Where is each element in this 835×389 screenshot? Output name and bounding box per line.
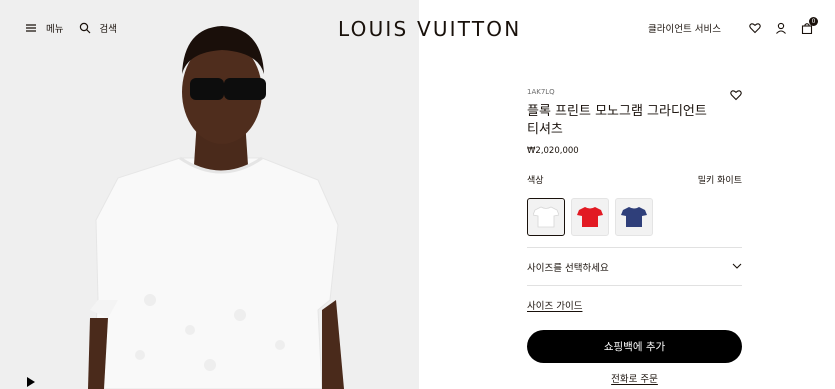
chevron-down-icon (732, 261, 742, 272)
header-right: 클라이언트 서비스 0 (648, 17, 818, 35)
play-icon[interactable] (27, 377, 35, 387)
phone-order-link[interactable]: 전화로 주문 (527, 371, 742, 385)
color-label: 색상 (527, 176, 544, 186)
color-swatches (527, 198, 742, 236)
product-sku: 1AK7LQ (527, 88, 555, 96)
cart-count-badge: 0 (809, 17, 818, 26)
user-icon[interactable] (775, 22, 787, 34)
client-service-link[interactable]: 클라이언트 서비스 (648, 21, 721, 35)
add-to-cart-button[interactable]: 쇼핑백에 추가 (527, 330, 742, 363)
product-details: 1AK7LQ 플록 프린트 모노그램 그라디언트 티셔츠 ₩2,020,000 … (527, 88, 742, 385)
model-illustration (0, 0, 419, 389)
product-image (0, 0, 419, 389)
size-select[interactable]: 사이즈를 선택하세요 (527, 247, 742, 286)
brand-logo[interactable]: LOUIS VUITTON (338, 17, 521, 41)
swatch-navy[interactable] (615, 198, 653, 236)
menu-button[interactable]: 메뉴 (46, 21, 63, 35)
shopping-bag-icon[interactable]: 0 (801, 17, 818, 35)
wishlist-heart-icon[interactable] (730, 86, 742, 101)
size-select-label: 사이즈를 선택하세요 (527, 262, 609, 274)
swatch-red[interactable] (571, 198, 609, 236)
product-title: 플록 프린트 모노그램 그라디언트 티셔츠 (527, 104, 707, 137)
site-header: 메뉴 검색 LOUIS VUITTON 클라이언트 서비스 0 (0, 0, 835, 58)
size-guide-link[interactable]: 사이즈 가이드 (527, 298, 582, 312)
color-value: 밀키 화이트 (697, 176, 742, 186)
swatch-white[interactable] (527, 198, 565, 236)
tshirt-white-icon (533, 206, 559, 228)
tshirt-red-icon (577, 207, 603, 227)
color-row: 색상 밀키 화이트 (527, 173, 742, 186)
heart-icon[interactable] (749, 22, 761, 34)
tshirt-navy-icon (621, 207, 647, 227)
header-left: 메뉴 검색 (25, 21, 117, 35)
hamburger-icon[interactable] (25, 22, 37, 34)
search-button[interactable]: 검색 (99, 21, 116, 35)
product-price: ₩2,020,000 (527, 146, 579, 156)
search-icon[interactable] (79, 22, 91, 34)
